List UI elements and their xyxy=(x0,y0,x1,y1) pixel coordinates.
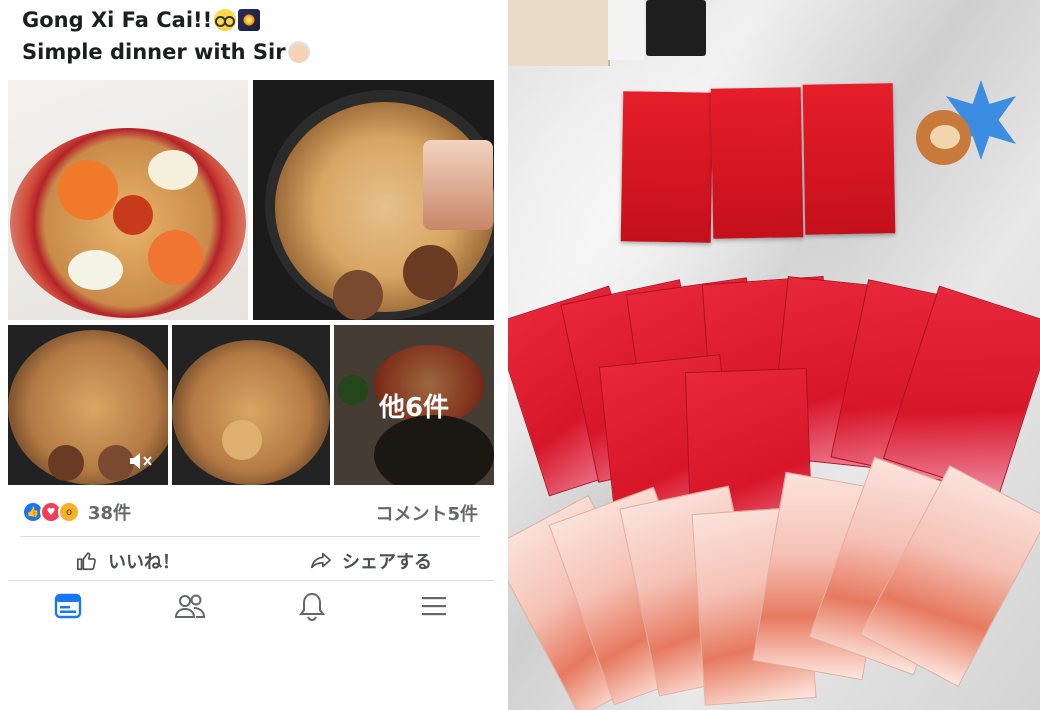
photo-pen-cai-2[interactable] xyxy=(172,325,330,485)
news-feed-icon xyxy=(54,593,82,619)
notifications-icon xyxy=(299,592,325,621)
red-envelope xyxy=(710,87,804,239)
like-icon xyxy=(77,552,96,571)
post-greeting: Gong Xi Fa Cai!! xyxy=(22,8,213,32)
nerd-face-emoji-icon xyxy=(214,9,237,31)
mute-icon[interactable] xyxy=(128,451,154,471)
friends-tab[interactable] xyxy=(170,586,210,626)
reaction-summary[interactable]: 👍 ♥ o 38件 xyxy=(22,500,131,524)
post-caption: Simple dinner with Sir xyxy=(22,40,286,64)
like-label: いいね！ xyxy=(108,552,180,573)
red-envelope xyxy=(620,91,714,243)
gift-box xyxy=(508,0,610,66)
facebook-post-panel: Gong Xi Fa Cai!! Simple dinner with Sir xyxy=(0,0,508,710)
more-photos-overlay[interactable]: 他6件 xyxy=(334,325,494,485)
share-button[interactable]: シェアする xyxy=(310,546,432,576)
gift-box xyxy=(608,0,644,60)
share-icon xyxy=(311,552,331,569)
video-pen-cai[interactable] xyxy=(8,325,168,485)
like-button[interactable]: いいね！ xyxy=(76,546,180,576)
menu-tab[interactable] xyxy=(414,586,454,626)
share-label: シェアする xyxy=(342,552,432,573)
dog-sticker xyxy=(916,80,1016,180)
more-photos-label: 他6件 xyxy=(378,392,450,423)
photo-more[interactable]: 他6件 xyxy=(334,325,494,485)
red-envelopes-photo xyxy=(508,0,1040,710)
reaction-count: 38件 xyxy=(88,503,132,524)
divider xyxy=(20,536,480,537)
post-text-line-2: Simple dinner with Sir xyxy=(22,40,310,64)
comment-count[interactable]: コメント5件 xyxy=(375,500,478,526)
menu-icon xyxy=(422,597,446,616)
news-feed-tab[interactable] xyxy=(48,586,88,626)
old-man-emoji-icon xyxy=(287,41,310,63)
red-envelope xyxy=(802,83,896,235)
post-text-line-1: Gong Xi Fa Cai!! xyxy=(22,8,261,32)
friends-icon xyxy=(174,594,206,618)
photo-pen-cai[interactable] xyxy=(253,80,494,320)
divider xyxy=(8,580,494,581)
remote-control xyxy=(646,0,706,56)
fireworks-emoji-icon xyxy=(238,9,261,31)
wow-reaction-icon: o xyxy=(58,501,80,523)
photo-yusheng[interactable] xyxy=(8,80,248,320)
notifications-tab[interactable] xyxy=(292,586,332,626)
